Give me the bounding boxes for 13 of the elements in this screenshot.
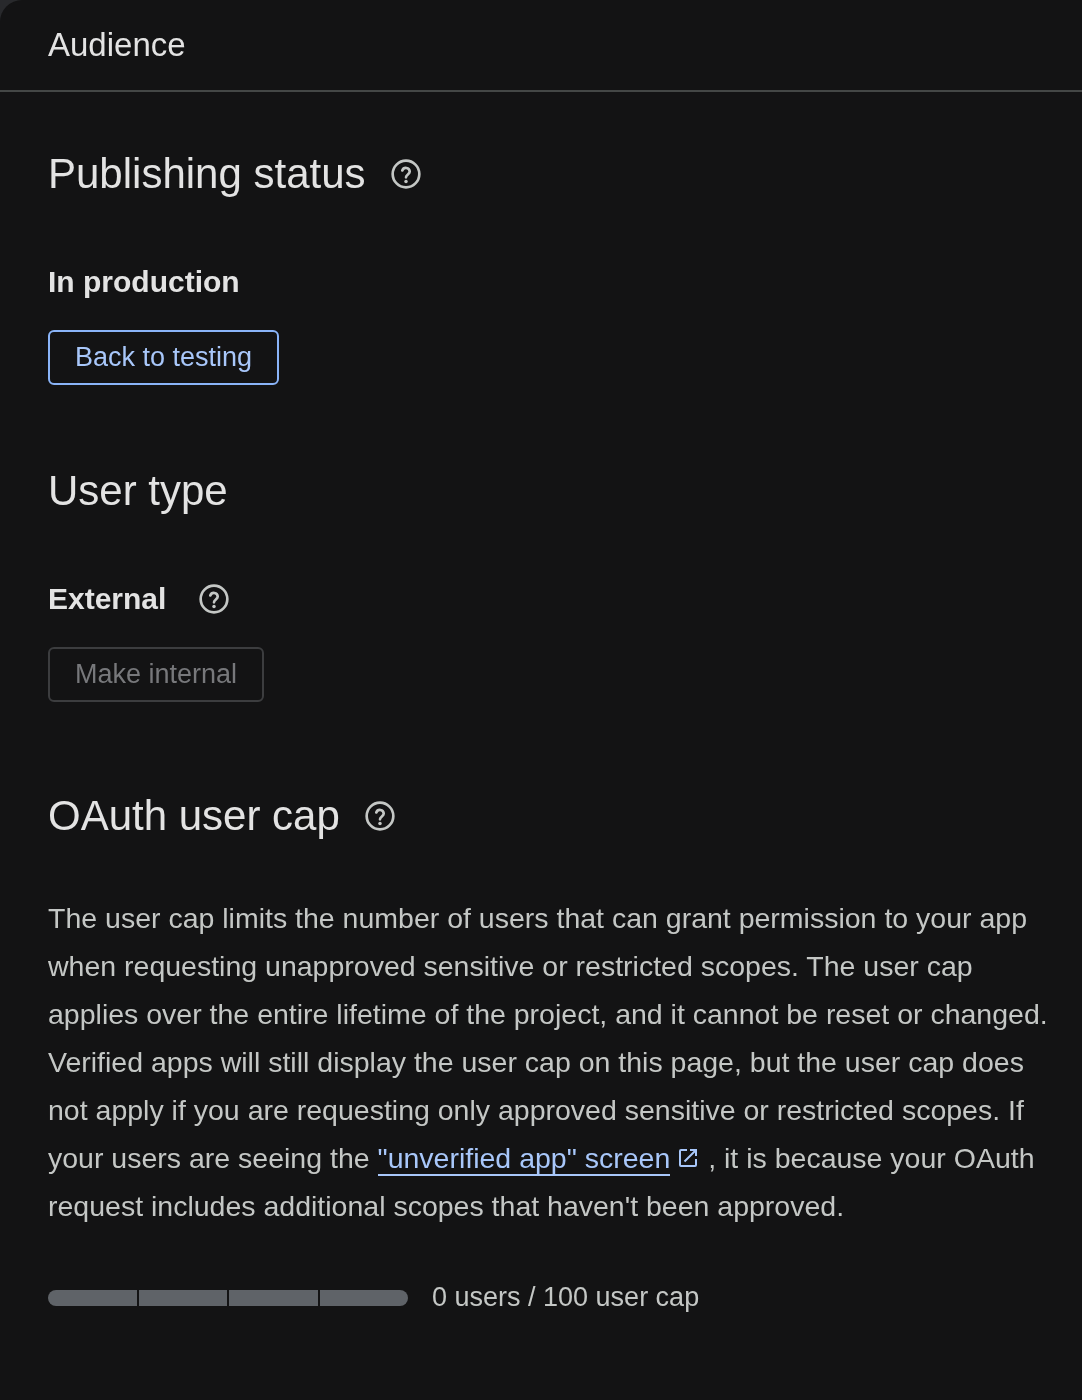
section-heading: OAuth user cap — [48, 791, 340, 841]
help-icon[interactable] — [389, 158, 422, 190]
user-cap-reading: 0 users / 100 user cap — [432, 1282, 700, 1313]
status-text: In production — [48, 264, 240, 300]
page-title: Audience — [48, 26, 186, 64]
section-heading: Publishing status — [48, 149, 366, 199]
help-icon[interactable] — [363, 800, 396, 832]
back-to-testing-button[interactable]: Back to testing — [48, 330, 280, 385]
unverified-app-link[interactable]: "unverified app" screen — [377, 1142, 701, 1174]
section-heading: User type — [48, 466, 228, 516]
description-paragraph: The user cap limits the number of users that can grant permission to your app when requesting unapproved sensitive or restricted scopes. The user cap applies over the entire lifetime of the project, and it cannot be reset or changed. Verified apps will still display the user cap on this page, but the user cap does not apply if you are requesting only approved sensitive or restricted scopes. If your users are seeing the "unverified app" screen , it is because your OAuth request includes additional scopes that haven't been approved. — [48, 901, 1049, 1224]
user-type-text: External — [48, 581, 167, 617]
help-icon[interactable] — [198, 583, 231, 615]
